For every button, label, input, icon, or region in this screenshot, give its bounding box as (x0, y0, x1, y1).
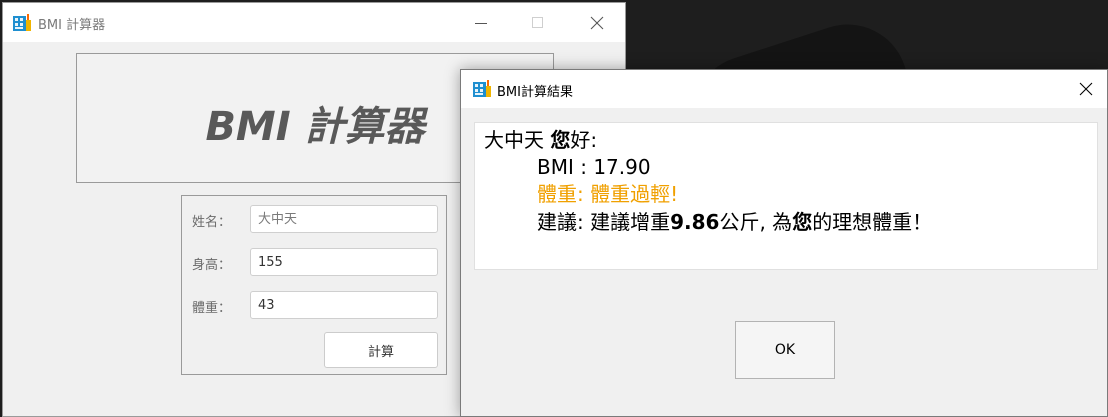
result-message: 大中天 您好: BMI : 17.90 體重: 體重過輕! 建議: 建議增重9.… (474, 122, 1098, 270)
dialog-title: BMI計算結果 (497, 85, 573, 100)
greeting-line: 大中天 您好: (484, 126, 597, 154)
weight-label: 體重： (192, 301, 232, 316)
advice-you: 您 (792, 210, 813, 234)
calculator-app-icon (13, 14, 31, 31)
close-icon (590, 16, 604, 30)
name-field[interactable] (250, 205, 438, 233)
advice-prefix: 建議: 建議增重 (537, 210, 671, 234)
dialog-titlebar[interactable]: BMI計算結果 (461, 70, 1107, 108)
weight-status-line: 體重: 體重過輕! (537, 182, 679, 206)
minimize-icon (475, 23, 487, 24)
bmi-result-dialog: BMI計算結果 大中天 您好: BMI : 17.90 體重: 體重過輕! 建議… (460, 69, 1108, 417)
greeting-suffix: 好: (570, 128, 598, 152)
advice-mid: 公斤, 為 (719, 210, 793, 234)
dialog-close-button[interactable] (1063, 70, 1108, 108)
close-icon (1079, 82, 1093, 96)
calculate-button[interactable]: 計算 (324, 332, 438, 368)
maximize-icon (532, 17, 543, 28)
advice-suffix: 的理想體重！ (812, 210, 933, 234)
main-window-title: BMI 計算器 (38, 18, 106, 33)
greeting-you: 您 (550, 128, 571, 152)
height-field[interactable] (250, 248, 438, 276)
close-button[interactable] (574, 3, 620, 42)
advice-amount: 9.86 (670, 210, 720, 234)
weight-field[interactable] (250, 291, 438, 319)
main-titlebar[interactable]: BMI 計算器 (3, 3, 625, 42)
maximize-button[interactable] (514, 3, 560, 42)
advice-line: 建議: 建議增重9.86公斤, 為您的理想體重！ (537, 208, 932, 236)
minimize-button[interactable] (458, 3, 504, 42)
calculator-app-icon (473, 80, 491, 97)
name-label: 姓名： (192, 215, 232, 230)
greeting-name: 大中天 (484, 128, 551, 152)
bmi-value-line: BMI : 17.90 (537, 155, 651, 179)
input-form: 姓名： 身高： 體重： 計算 (181, 195, 447, 375)
height-label: 身高： (192, 258, 232, 273)
ok-button[interactable]: OK (735, 321, 835, 379)
